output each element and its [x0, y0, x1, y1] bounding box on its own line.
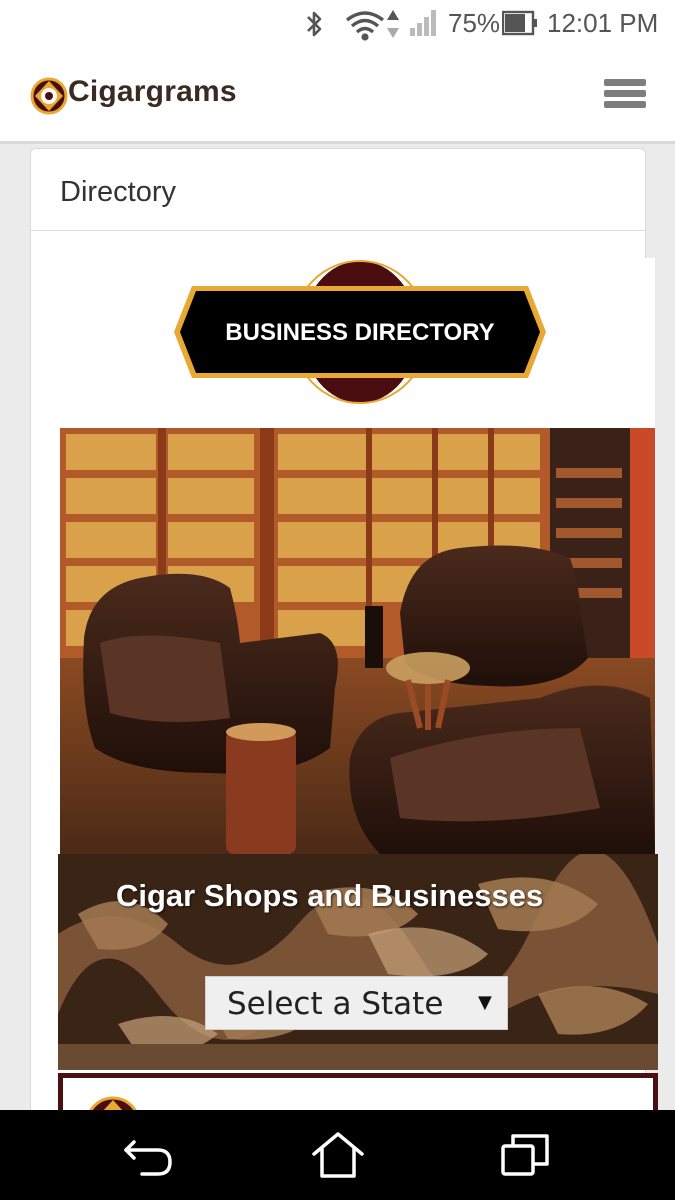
recent-apps-icon[interactable] [495, 1130, 555, 1180]
shops-title: Cigar Shops and Businesses [116, 878, 544, 913]
badge-label: BUSINESS DIRECTORY [225, 319, 494, 346]
android-nav-bar [0, 1110, 675, 1200]
home-icon[interactable] [308, 1130, 368, 1180]
page-title: Directory [60, 176, 177, 208]
app-name[interactable]: Cigargrams [68, 75, 237, 109]
cell-signal-icon [410, 10, 436, 36]
wifi-icon [345, 11, 385, 41]
data-arrows-icon [387, 10, 399, 38]
battery-icon [502, 10, 537, 36]
clock: 12:01 PM [547, 8, 659, 38]
back-icon[interactable] [120, 1130, 180, 1180]
chevron-down-icon: ▼ [478, 992, 492, 1013]
business-directory-badge: BUSINESS DIRECTORY [174, 260, 546, 404]
hamburger-menu-icon[interactable] [598, 76, 652, 116]
cigar-lounge-photo [60, 428, 655, 854]
cigar-shops-banner: Cigar Shops and Businesses Select a Stat… [58, 854, 658, 1070]
app-header: Cigargrams [0, 48, 675, 144]
battery-percent: 75% [448, 8, 501, 38]
cigargrams-logo-icon[interactable] [30, 77, 68, 115]
content-edge [641, 258, 655, 428]
card-header: Directory [31, 149, 645, 231]
next-section-teaser [58, 1073, 658, 1113]
bluetooth-icon [307, 11, 322, 37]
status-bar: 75% 12:01 PM [0, 0, 675, 48]
state-select-value: Select a State [227, 986, 444, 1022]
state-select[interactable]: Select a State ▼ [205, 976, 508, 1030]
